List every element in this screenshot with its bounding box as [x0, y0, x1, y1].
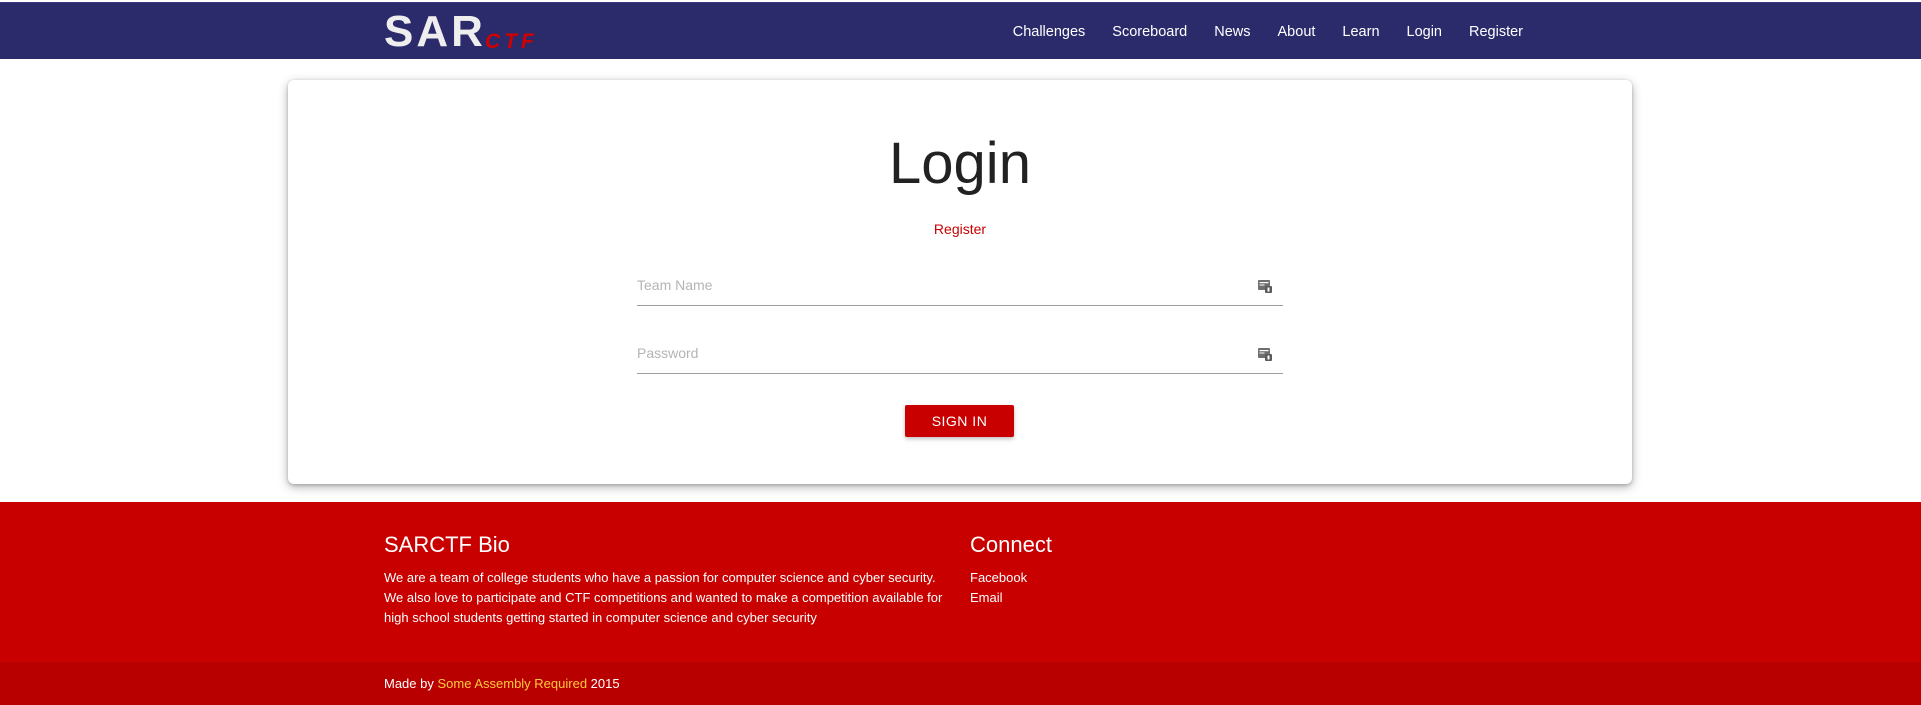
nav-news[interactable]: News — [1214, 24, 1250, 40]
nav-scoreboard[interactable]: Scoreboard — [1112, 24, 1187, 40]
nav-challenges[interactable]: Challenges — [1013, 24, 1086, 40]
team-name-field — [637, 266, 1283, 306]
bio-heading: SARCTF Bio — [384, 532, 510, 557]
page-title: Login — [889, 131, 1031, 196]
footer: SARCTF Bio We are a team of college stud… — [0, 502, 1921, 705]
some-assembly-required-link[interactable]: Some Assembly Required — [437, 676, 587, 691]
bio-text: We are a team of college students who ha… — [384, 570, 943, 625]
nav-links: Challenges Scoreboard News About Learn L… — [986, 3, 1523, 60]
nav-register[interactable]: Register — [1469, 24, 1523, 40]
made-year: 2015 — [587, 676, 620, 691]
facebook-link[interactable]: Facebook — [970, 570, 1027, 585]
sign-in-button[interactable]: SIGN IN — [905, 405, 1014, 437]
nav-about[interactable]: About — [1278, 24, 1316, 40]
key-card-icon — [1258, 348, 1272, 361]
login-card: Login Register SIGN IN — [288, 80, 1632, 484]
email-link[interactable]: Email — [970, 590, 1003, 605]
logo-ctf-text: CTF — [485, 30, 538, 53]
password-input[interactable] — [637, 334, 1237, 372]
footer-bottom-bar: Made by Some Assembly Required 2015 — [0, 662, 1921, 705]
made-by-text: Made by Some Assembly Required 2015 — [384, 676, 620, 691]
key-card-icon — [1258, 280, 1272, 293]
nav-login[interactable]: Login — [1407, 24, 1442, 40]
made-prefix: Made by — [384, 676, 438, 691]
connect-heading: Connect — [970, 532, 1052, 557]
register-link[interactable]: Register — [288, 221, 1632, 237]
top-navbar: SAR CTF Challenges Scoreboard News About… — [0, 2, 1921, 59]
team-name-input[interactable] — [637, 266, 1237, 304]
logo-sar-text: SAR — [384, 7, 486, 56]
password-field — [637, 334, 1283, 374]
nav-learn[interactable]: Learn — [1342, 24, 1379, 40]
